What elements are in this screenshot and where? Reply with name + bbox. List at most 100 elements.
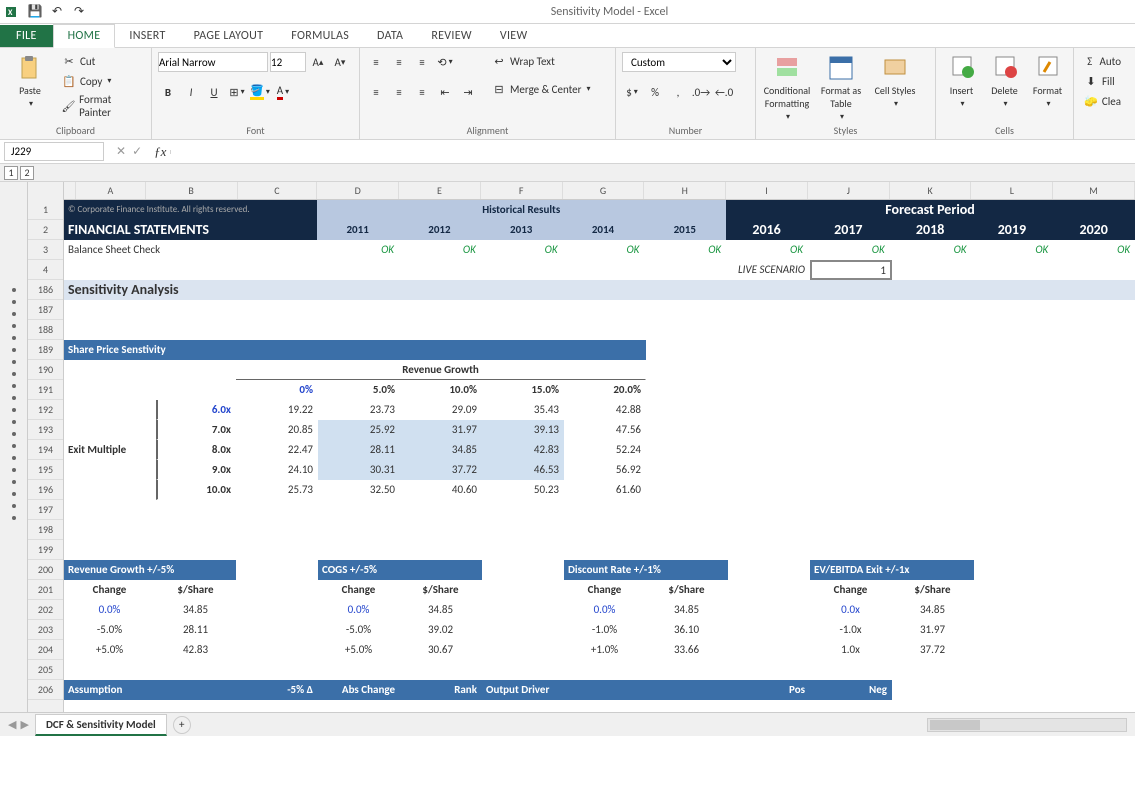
- col-header[interactable]: D: [317, 182, 399, 199]
- cell[interactable]: 1.0x: [810, 640, 892, 660]
- cell[interactable]: 23.73: [318, 400, 400, 420]
- cell[interactable]: 2017: [808, 220, 890, 240]
- cell[interactable]: -5.0%: [64, 620, 156, 640]
- cell[interactable]: 6.0x: [156, 400, 236, 420]
- cell[interactable]: 33.66: [646, 640, 728, 660]
- cell[interactable]: 20.85: [236, 420, 318, 440]
- cell[interactable]: +5.0%: [64, 640, 156, 660]
- cell[interactable]: 0.0%: [318, 600, 400, 620]
- cell[interactable]: +1.0%: [564, 640, 646, 660]
- undo-icon[interactable]: ↶: [48, 3, 66, 21]
- formula-bar[interactable]: [170, 150, 1135, 154]
- grow-font-button[interactable]: A▴: [308, 52, 328, 72]
- cell[interactable]: 34.85: [646, 600, 728, 620]
- cell[interactable]: 34.85: [892, 600, 974, 620]
- enter-formula-icon[interactable]: ✓: [132, 144, 142, 159]
- cell[interactable]: OK: [644, 240, 726, 260]
- next-sheet-icon[interactable]: ▶: [20, 718, 28, 731]
- cell[interactable]: 34.85: [400, 440, 482, 460]
- row-header[interactable]: 188: [28, 320, 63, 340]
- format-painter-button[interactable]: 🖌Format Painter: [58, 92, 145, 120]
- orientation-button[interactable]: ⟲▾: [435, 52, 455, 72]
- clear-button[interactable]: 🧽Clea: [1080, 92, 1124, 110]
- cell[interactable]: Neg: [810, 680, 892, 700]
- cell[interactable]: OK: [481, 240, 563, 260]
- cell[interactable]: Change: [564, 580, 646, 600]
- col-header[interactable]: L: [971, 182, 1053, 199]
- row-header[interactable]: 194: [28, 440, 63, 460]
- row-header[interactable]: 200: [28, 560, 63, 580]
- col-header[interactable]: H: [644, 182, 726, 199]
- cell[interactable]: 2013: [481, 220, 563, 240]
- cell[interactable]: 20.0%: [564, 380, 646, 400]
- cell[interactable]: Forecast Period: [726, 200, 1135, 220]
- indent-decrease-button[interactable]: ⇤: [435, 82, 455, 102]
- cell[interactable]: 37.72: [892, 640, 974, 660]
- row-header[interactable]: 202: [28, 600, 63, 620]
- col-header[interactable]: M: [1053, 182, 1135, 199]
- cell[interactable]: $/Share: [400, 580, 482, 600]
- cell[interactable]: Change: [318, 580, 400, 600]
- align-right-button[interactable]: ≡: [412, 82, 432, 102]
- cell[interactable]: OK: [317, 240, 399, 260]
- indent-increase-button[interactable]: ⇥: [458, 82, 478, 102]
- row-header[interactable]: 197: [28, 500, 63, 520]
- cell[interactable]: $/Share: [156, 580, 236, 600]
- cell[interactable]: 34.85: [400, 600, 482, 620]
- cell[interactable]: 10.0x: [156, 480, 236, 500]
- cell[interactable]: 2019: [972, 220, 1054, 240]
- cell[interactable]: $/Share: [892, 580, 974, 600]
- cell[interactable]: 2015: [644, 220, 726, 240]
- number-format-select[interactable]: Custom: [622, 52, 736, 72]
- row-header[interactable]: 204: [28, 640, 63, 660]
- cell[interactable]: [728, 560, 810, 580]
- cell[interactable]: 19.22: [236, 400, 318, 420]
- cell[interactable]: 42.88: [564, 400, 646, 420]
- cell[interactable]: 2014: [563, 220, 645, 240]
- redo-icon[interactable]: ↷: [70, 3, 88, 21]
- cell[interactable]: 29.09: [400, 400, 482, 420]
- cell[interactable]: [482, 580, 564, 600]
- row-header[interactable]: 187: [28, 300, 63, 320]
- font-size-select[interactable]: [270, 52, 306, 72]
- col-header[interactable]: F: [481, 182, 563, 199]
- cell[interactable]: -1.0x: [810, 620, 892, 640]
- border-button[interactable]: ⊞▾: [227, 82, 247, 102]
- cell[interactable]: $/Share: [646, 580, 728, 600]
- outline-level-2[interactable]: 2: [20, 166, 34, 180]
- cell[interactable]: 24.10: [236, 460, 318, 480]
- cell[interactable]: +5.0%: [318, 640, 400, 660]
- tab-file[interactable]: FILE: [0, 25, 53, 47]
- cell[interactable]: 22.47: [236, 440, 318, 460]
- col-header[interactable]: K: [890, 182, 972, 199]
- cell[interactable]: [64, 400, 156, 420]
- cell[interactable]: [64, 420, 156, 440]
- align-top-button[interactable]: ≡: [366, 52, 386, 72]
- cell[interactable]: 40.60: [400, 480, 482, 500]
- shrink-font-button[interactable]: A▾: [330, 52, 350, 72]
- cell[interactable]: 0.0%: [64, 600, 156, 620]
- cell[interactable]: 2020: [1053, 220, 1135, 240]
- col-header[interactable]: B: [146, 182, 238, 199]
- font-name-select[interactable]: [158, 52, 268, 72]
- cell[interactable]: 0%: [236, 380, 318, 400]
- cell[interactable]: Output Driver: [482, 680, 646, 700]
- cell[interactable]: OK: [808, 240, 890, 260]
- row-header[interactable]: 186: [28, 280, 63, 300]
- tab-home[interactable]: HOME: [53, 24, 116, 48]
- cell[interactable]: 2018: [890, 220, 972, 240]
- accounting-button[interactable]: $▾: [622, 82, 642, 102]
- tab-data[interactable]: DATA: [363, 25, 417, 47]
- cell[interactable]: [64, 360, 236, 380]
- bold-button[interactable]: B: [158, 82, 178, 102]
- cell[interactable]: Exit Multiple: [64, 440, 156, 460]
- cell[interactable]: 56.92: [564, 460, 646, 480]
- cell[interactable]: 2016: [726, 220, 808, 240]
- cell[interactable]: 30.67: [400, 640, 482, 660]
- col-header[interactable]: J: [808, 182, 890, 199]
- cell[interactable]: 36.10: [646, 620, 728, 640]
- italic-button[interactable]: I: [181, 82, 201, 102]
- row-header[interactable]: 201: [28, 580, 63, 600]
- cell[interactable]: [482, 560, 564, 580]
- increase-decimal-button[interactable]: .0→: [691, 82, 711, 102]
